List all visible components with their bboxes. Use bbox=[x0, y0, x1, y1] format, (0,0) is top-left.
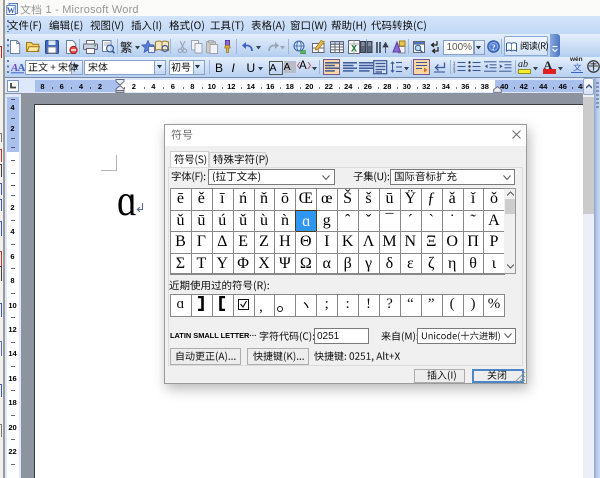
svg-text:?: ? bbox=[491, 42, 495, 52]
svg-text:3: 3 bbox=[453, 68, 456, 73]
svg-text:A: A bbox=[18, 62, 26, 74]
svg-text:X: X bbox=[351, 44, 357, 54]
svg-text:W: W bbox=[7, 6, 15, 15]
